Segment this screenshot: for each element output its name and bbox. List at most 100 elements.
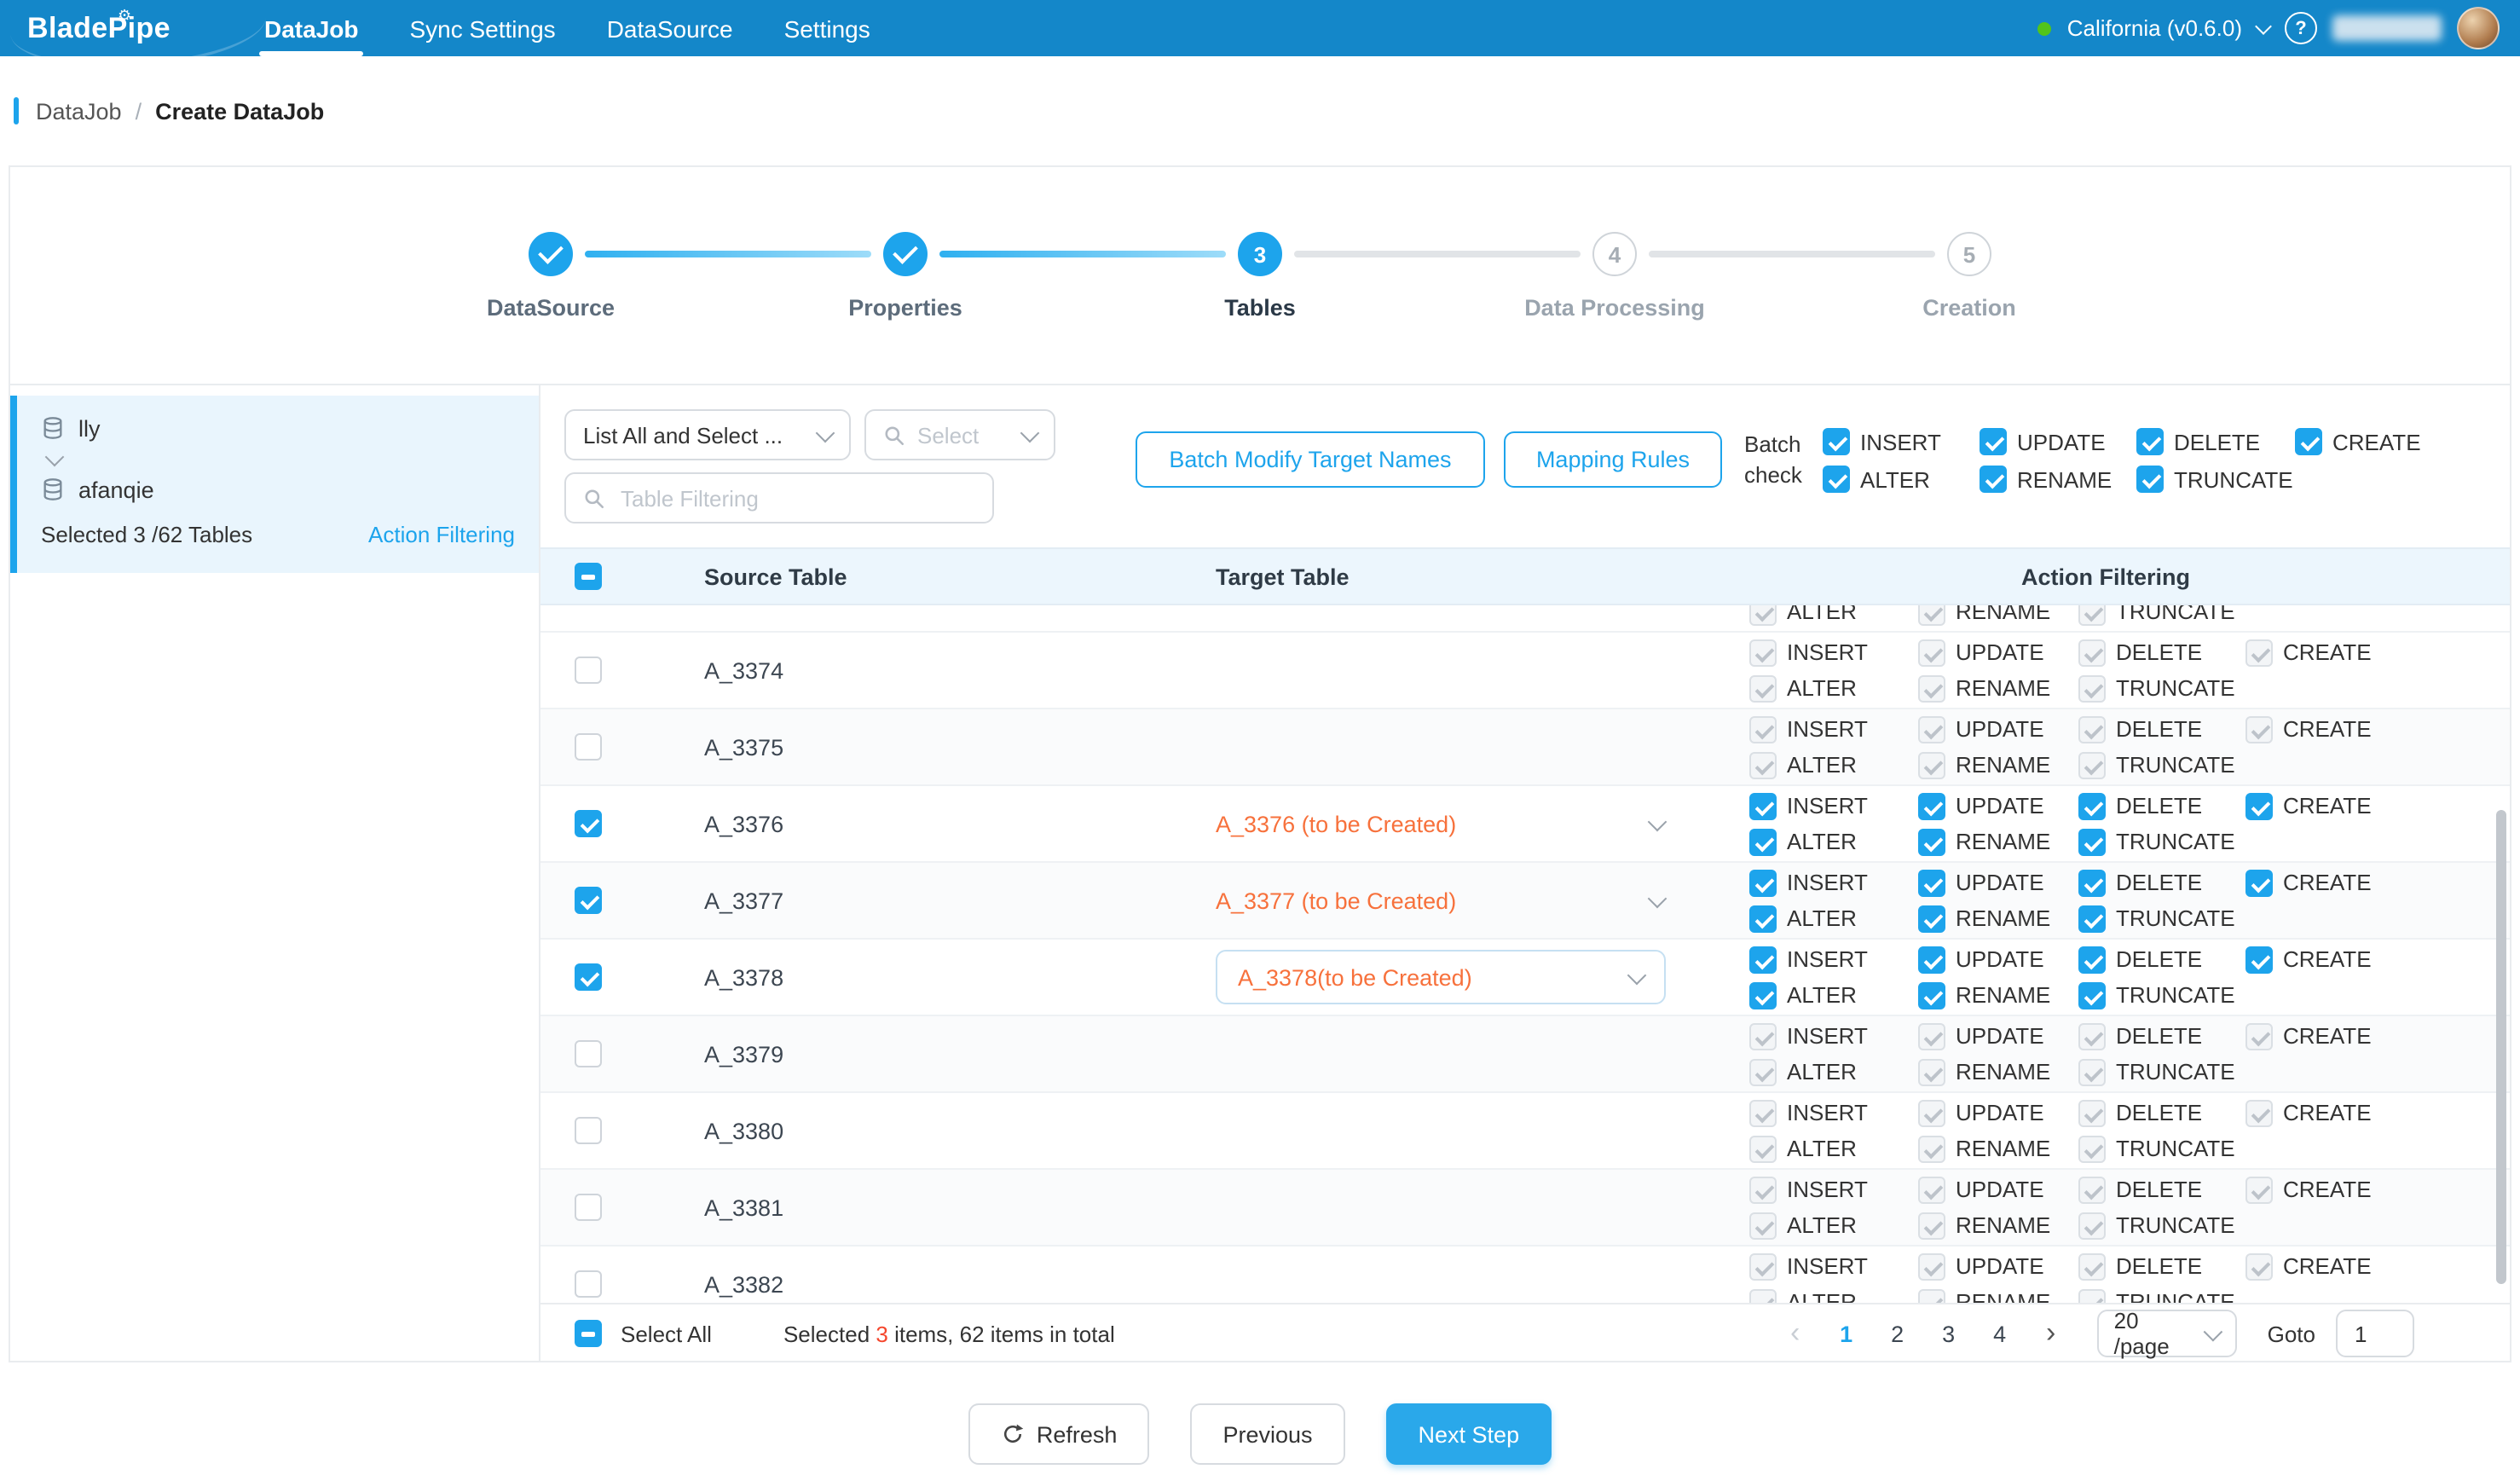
- select-all-header-checkbox[interactable]: [575, 563, 602, 590]
- page-button-3[interactable]: 3: [1927, 1311, 1971, 1356]
- table-filter-search[interactable]: [564, 472, 994, 523]
- row-truncate-label: TRUNCATE: [2116, 905, 2235, 931]
- row-insert-label: INSERT: [1787, 793, 1868, 818]
- breadcrumb-parent[interactable]: DataJob: [36, 98, 122, 124]
- row-update-checkbox[interactable]: [1918, 946, 1945, 973]
- batch-truncate-checkbox[interactable]: [2136, 466, 2164, 493]
- source-table-name: A_3378: [704, 964, 783, 990]
- row-rename-label: RENAME: [1956, 1212, 2050, 1238]
- region-selector[interactable]: California (v0.6.0): [2067, 15, 2242, 41]
- nav-tab-datasource[interactable]: DataSource: [581, 0, 759, 56]
- row-delete-label: DELETE: [2116, 946, 2202, 972]
- row-create-checkbox: [2245, 715, 2273, 743]
- row-select-checkbox[interactable]: [575, 963, 602, 991]
- row-select-checkbox[interactable]: [575, 1040, 602, 1067]
- row-truncate-checkbox: [2078, 1135, 2106, 1162]
- nav-tab-datajob[interactable]: DataJob: [239, 0, 384, 56]
- row-truncate-label: TRUNCATE: [2116, 752, 2235, 778]
- row-rename-checkbox[interactable]: [1918, 981, 1945, 1009]
- select-all-checkbox[interactable]: [575, 1320, 602, 1347]
- row-select-checkbox[interactable]: [575, 887, 602, 914]
- previous-button[interactable]: Previous: [1190, 1403, 1344, 1465]
- source-database: lly: [41, 409, 515, 447]
- avatar[interactable]: [2457, 7, 2500, 49]
- chevron-down-icon: [1648, 888, 1667, 908]
- row-select-checkbox[interactable]: [575, 1117, 602, 1144]
- row-truncate-label: TRUNCATE: [2116, 829, 2235, 854]
- row-delete-label: DELETE: [2116, 716, 2202, 742]
- next-step-button[interactable]: Next Step: [1386, 1403, 1552, 1465]
- page-size-select[interactable]: 20 /page: [2097, 1310, 2237, 1357]
- main-nav: DataJobSync SettingsDataSourceSettings: [239, 0, 896, 56]
- next-page-icon[interactable]: ›: [2029, 1311, 2073, 1356]
- row-alter-checkbox[interactable]: [1749, 905, 1777, 932]
- target-table-select[interactable]: A_3377 (to be Created): [1154, 888, 1702, 913]
- target-table-header: Target Table: [1154, 564, 1702, 589]
- row-insert-checkbox: [1749, 715, 1777, 743]
- row-select-checkbox[interactable]: [575, 657, 602, 684]
- batch-update-checkbox[interactable]: [1980, 428, 2007, 455]
- row-alter-checkbox: [1749, 1135, 1777, 1162]
- list-mode-value: List All and Select ...: [583, 422, 783, 448]
- row-select-checkbox[interactable]: [575, 1270, 602, 1298]
- page-button-4[interactable]: 4: [1978, 1311, 2022, 1356]
- mapping-rules-button[interactable]: Mapping Rules: [1504, 431, 1722, 488]
- column-select[interactable]: Select: [864, 409, 1055, 460]
- row-rename-checkbox[interactable]: [1918, 905, 1945, 932]
- row-truncate-checkbox[interactable]: [2078, 981, 2106, 1009]
- target-table-select[interactable]: A_3376 (to be Created): [1154, 811, 1702, 836]
- page-button-2[interactable]: 2: [1876, 1311, 1920, 1356]
- goto-label: Goto: [2268, 1321, 2315, 1346]
- row-create-label: CREATE: [2283, 1253, 2372, 1279]
- row-truncate-checkbox[interactable]: [2078, 905, 2106, 932]
- row-insert-checkbox[interactable]: [1749, 946, 1777, 973]
- previous-page-icon[interactable]: ‹: [1773, 1311, 1818, 1356]
- row-rename-checkbox[interactable]: [1918, 828, 1945, 855]
- target-table-name: A_3377 (to be Created): [1216, 888, 1456, 913]
- target-table-select[interactable]: A_3378(to be Created): [1216, 950, 1666, 1004]
- step-label: Creation: [1922, 295, 2016, 321]
- row-alter-checkbox[interactable]: [1749, 981, 1777, 1009]
- row-truncate-label: TRUNCATE: [2116, 1136, 2235, 1161]
- row-truncate-checkbox[interactable]: [2078, 828, 2106, 855]
- table-row: A_3376 A_3376 (to be Created) INSERTUPDA…: [540, 786, 2510, 863]
- batch-modify-target-names-button[interactable]: Batch Modify Target Names: [1136, 431, 1485, 488]
- batch-truncate-label: TRUNCATE: [2174, 466, 2293, 492]
- row-update-checkbox[interactable]: [1918, 869, 1945, 896]
- row-create-checkbox[interactable]: [2245, 792, 2273, 819]
- help-icon[interactable]: ?: [2285, 12, 2317, 44]
- page-button-1[interactable]: 1: [1824, 1311, 1869, 1356]
- row-alter-checkbox[interactable]: [1749, 828, 1777, 855]
- refresh-button[interactable]: Refresh: [968, 1403, 1150, 1465]
- action-filtering-link[interactable]: Action Filtering: [368, 521, 515, 547]
- row-delete-checkbox[interactable]: [2078, 869, 2106, 896]
- row-insert-checkbox[interactable]: [1749, 869, 1777, 896]
- batch-rename-checkbox[interactable]: [1980, 466, 2007, 493]
- chevron-down-icon[interactable]: [2255, 17, 2272, 34]
- source-table-name: A_3376: [704, 811, 783, 836]
- row-create-checkbox[interactable]: [2245, 869, 2273, 896]
- row-delete-checkbox[interactable]: [2078, 792, 2106, 819]
- row-select-checkbox[interactable]: [575, 1194, 602, 1221]
- vertical-scrollbar[interactable]: [2496, 810, 2506, 1284]
- goto-page-input[interactable]: [2336, 1310, 2414, 1357]
- row-update-checkbox: [1918, 1099, 1945, 1126]
- datasource-pair[interactable]: lly afanqie Selected 3 /62 Tables Action…: [10, 396, 539, 573]
- table-filter-input[interactable]: [617, 483, 975, 512]
- row-create-checkbox[interactable]: [2245, 946, 2273, 973]
- row-delete-checkbox[interactable]: [2078, 946, 2106, 973]
- list-mode-select[interactable]: List All and Select ...: [564, 409, 851, 460]
- selected-accent-bar: [10, 396, 17, 573]
- row-select-checkbox[interactable]: [575, 733, 602, 761]
- batch-create-checkbox[interactable]: [2295, 428, 2322, 455]
- batch-alter-checkbox[interactable]: [1823, 466, 1850, 493]
- nav-tab-sync-settings[interactable]: Sync Settings: [384, 0, 581, 56]
- row-create-label: CREATE: [2283, 870, 2372, 895]
- batch-insert-checkbox[interactable]: [1823, 428, 1850, 455]
- nav-tab-settings[interactable]: Settings: [759, 0, 896, 56]
- batch-delete-checkbox[interactable]: [2136, 428, 2164, 455]
- row-update-checkbox[interactable]: [1918, 792, 1945, 819]
- row-select-checkbox[interactable]: [575, 810, 602, 837]
- row-insert-checkbox[interactable]: [1749, 792, 1777, 819]
- row-partial-truncate-checkbox: [2078, 605, 2106, 625]
